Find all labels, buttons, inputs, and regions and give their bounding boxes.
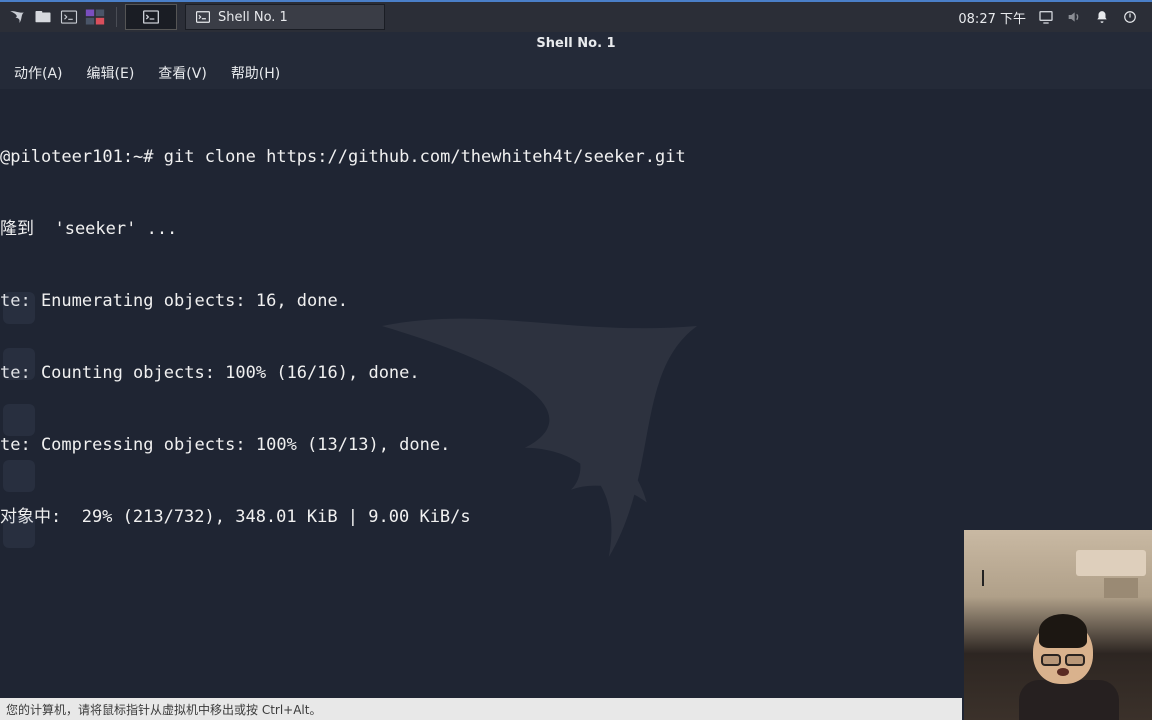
terminal-line: te: Compressing objects: 100% (13/13), d… bbox=[0, 433, 1152, 457]
desktop-icon[interactable] bbox=[3, 404, 35, 436]
webcam-shelf bbox=[1076, 550, 1146, 576]
files-icon[interactable] bbox=[30, 4, 56, 30]
terminal-menu: 动作(A) 编辑(E) 查看(V) 帮助(H) bbox=[0, 57, 1152, 89]
display-tray-icon[interactable] bbox=[1038, 9, 1054, 25]
desktop-icon[interactable] bbox=[3, 292, 35, 324]
menu-help[interactable]: 帮助(H) bbox=[231, 63, 280, 83]
menu-view[interactable]: 查看(V) bbox=[158, 63, 207, 83]
terminal-title: Shell No. 1 bbox=[0, 32, 1152, 57]
launcher-group bbox=[4, 4, 108, 30]
terminal-line: te: Enumerating objects: 16, done. bbox=[0, 289, 1152, 313]
volume-tray-icon[interactable] bbox=[1066, 9, 1082, 25]
taskbar-right: 08:27 下午 bbox=[958, 8, 1148, 27]
desktop-icon[interactable] bbox=[3, 348, 35, 380]
taskbar-window-shell[interactable]: Shell No. 1 bbox=[185, 4, 385, 30]
webcam-person bbox=[1019, 620, 1107, 720]
menu-actions[interactable]: 动作(A) bbox=[14, 63, 63, 83]
taskbar-window-label: Shell No. 1 bbox=[218, 10, 288, 25]
webcam-text-cursor bbox=[982, 570, 984, 586]
webcam-overlay bbox=[964, 530, 1152, 720]
terminal-line: 隆到 'seeker' ... bbox=[0, 217, 1152, 241]
terminal-body[interactable]: @piloteer101:~# git clone https://github… bbox=[0, 89, 1152, 577]
terminal-launcher-icon[interactable] bbox=[56, 4, 82, 30]
notification-tray-icon[interactable] bbox=[1094, 9, 1110, 25]
clock[interactable]: 08:27 下午 bbox=[958, 8, 1026, 27]
webcam-box bbox=[1104, 578, 1138, 598]
workspace-icon[interactable] bbox=[82, 4, 108, 30]
separator bbox=[116, 7, 117, 27]
desktop-icon[interactable] bbox=[3, 460, 35, 492]
terminal-line: te: Counting objects: 100% (16/16), done… bbox=[0, 361, 1152, 385]
menu-edit[interactable]: 编辑(E) bbox=[87, 63, 135, 83]
terminal-icon bbox=[196, 11, 210, 23]
vm-hint-text: 您的计算机，请将鼠标指针从虚拟机中移出或按 Ctrl+Alt。 bbox=[6, 701, 321, 718]
taskbar: Shell No. 1 08:27 下午 bbox=[0, 0, 1152, 32]
taskbar-pinned-terminal[interactable] bbox=[125, 4, 177, 30]
taskbar-left: Shell No. 1 bbox=[4, 4, 385, 30]
terminal-line: @piloteer101:~# git clone https://github… bbox=[0, 145, 1152, 169]
vm-hint-bar: 您的计算机，请将鼠标指针从虚拟机中移出或按 Ctrl+Alt。 bbox=[0, 698, 962, 720]
power-tray-icon[interactable] bbox=[1122, 9, 1138, 25]
terminal-line: 对象中: 29% (213/732), 348.01 KiB | 9.00 Ki… bbox=[0, 505, 1152, 529]
desktop-icon[interactable] bbox=[3, 516, 35, 548]
desktop-icons-faint bbox=[3, 292, 43, 572]
kali-menu-icon[interactable] bbox=[4, 4, 30, 30]
